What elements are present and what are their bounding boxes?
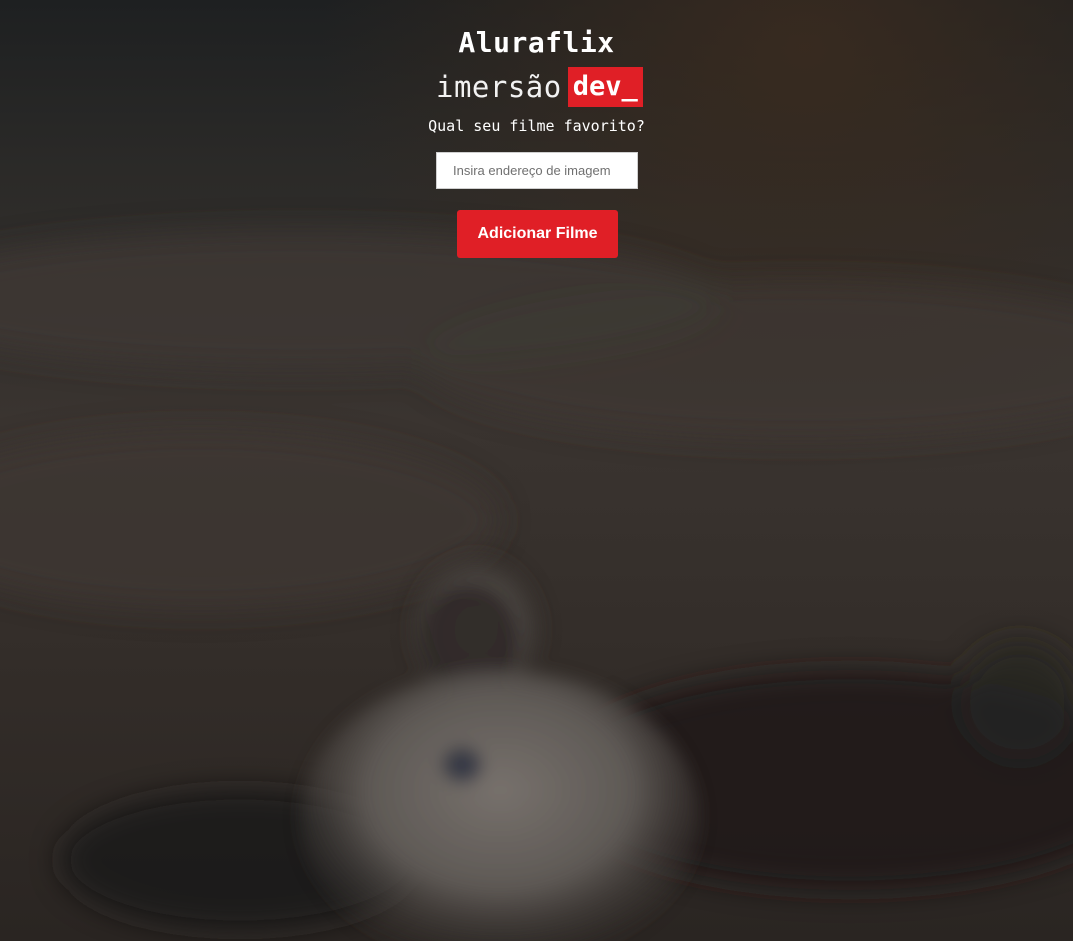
image-url-input[interactable] — [436, 152, 638, 189]
favorite-movie-question: Qual seu filme favorito? — [428, 117, 645, 135]
page-title: Aluraflix — [458, 26, 615, 59]
logo-imersao-text: imersão — [436, 70, 562, 104]
add-movie-button[interactable]: Adicionar Filme — [457, 210, 618, 258]
logo-dev-badge: dev_ — [567, 67, 643, 107]
background-image — [0, 0, 1073, 941]
imersao-dev-logo: imersão dev_ — [436, 67, 643, 107]
